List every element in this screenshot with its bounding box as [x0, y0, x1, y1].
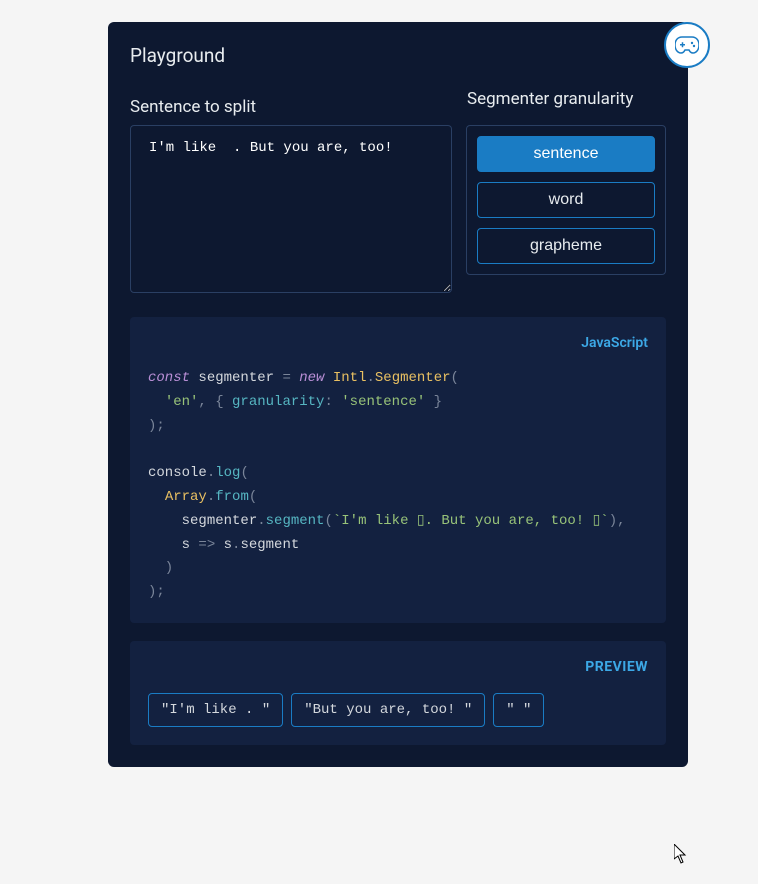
code-content: const segmenter = new Intl.Segmenter( 'e…: [148, 367, 648, 605]
input-col: Sentence to split: [130, 97, 452, 297]
granularity-fieldset: Segmenter granularity sentence word grap…: [466, 125, 666, 275]
preview-block: PREVIEW "I'm like . " "But you are, too!…: [130, 641, 666, 745]
segment-item: "I'm like . ": [148, 693, 283, 727]
granularity-col: Segmenter granularity sentence word grap…: [466, 97, 666, 297]
segments-list: "I'm like . " "But you are, too! " " ": [148, 693, 648, 727]
granularity-label: Segmenter granularity: [467, 88, 633, 112]
gamepad-icon: [675, 36, 699, 54]
playground-fab-icon[interactable]: [664, 22, 710, 68]
playground-panel: Playground Sentence to split Segmenter g…: [108, 22, 688, 767]
mouse-cursor-icon: [674, 844, 690, 864]
granularity-option-grapheme[interactable]: grapheme: [477, 228, 655, 264]
page-title: Playground: [130, 44, 666, 67]
preview-label: PREVIEW: [148, 659, 648, 675]
code-language-label: JavaScript: [148, 335, 648, 351]
input-label: Sentence to split: [130, 97, 452, 117]
sentence-input[interactable]: [130, 125, 452, 293]
granularity-option-sentence[interactable]: sentence: [477, 136, 655, 172]
segment-item: "But you are, too! ": [291, 693, 485, 727]
segment-item: " ": [493, 693, 544, 727]
code-block: JavaScript const segmenter = new Intl.Se…: [130, 317, 666, 623]
input-row: Sentence to split Segmenter granularity …: [130, 97, 666, 297]
granularity-option-word[interactable]: word: [477, 182, 655, 218]
